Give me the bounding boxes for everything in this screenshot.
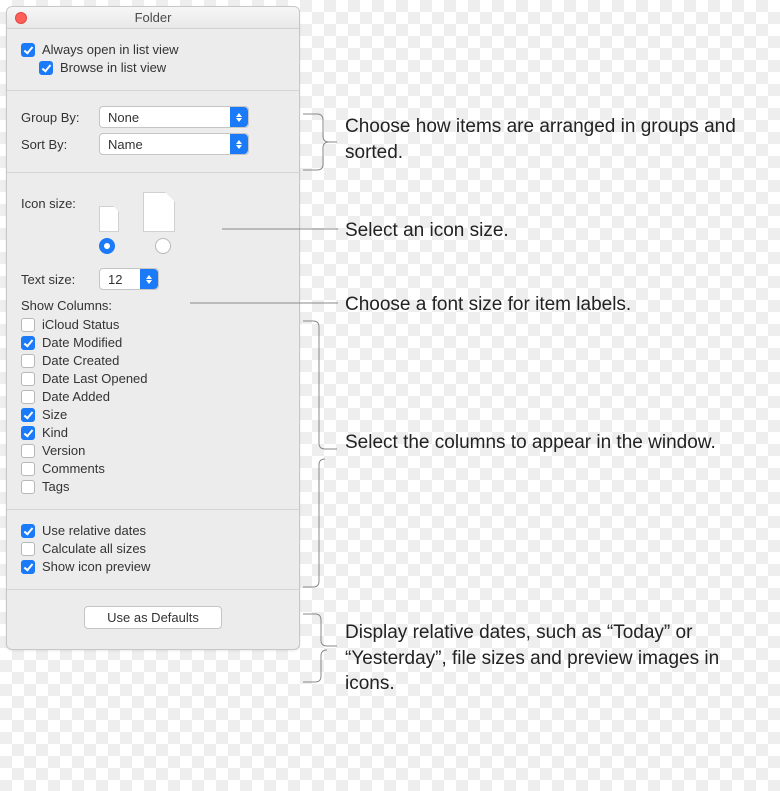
icon-size-label: Icon size: xyxy=(21,196,99,211)
sort-by-value: Name xyxy=(108,137,143,152)
annotation-arrange: Choose how items are arranged in groups … xyxy=(345,114,765,165)
column-option: Date Last Opened xyxy=(21,371,285,386)
document-icon xyxy=(99,206,119,232)
column-label: Date Created xyxy=(42,353,119,368)
annotation-textsize: Choose a font size for item labels. xyxy=(345,292,765,318)
column-label: Date Added xyxy=(42,389,110,404)
chevron-updown-icon xyxy=(230,134,248,154)
sort-by-label: Sort By: xyxy=(21,137,99,152)
column-option: Version xyxy=(21,443,285,458)
column-option: Kind xyxy=(21,425,285,440)
column-label: Kind xyxy=(42,425,68,440)
column-label: Version xyxy=(42,443,85,458)
use-as-defaults-button[interactable]: Use as Defaults xyxy=(84,606,222,629)
text-size-select[interactable]: 12 xyxy=(99,268,159,290)
text-size-label: Text size: xyxy=(21,272,99,287)
column-option: Tags xyxy=(21,479,285,494)
annotation-iconsize: Select an icon size. xyxy=(345,218,765,244)
section-footer: Use relative dates Calculate all sizes S… xyxy=(7,510,299,590)
icon-size-small-radio[interactable] xyxy=(99,238,115,254)
section-display: Icon size: Text size: 12 Show Columns: i… xyxy=(7,173,299,510)
column-checkbox[interactable] xyxy=(21,372,35,386)
show-columns-heading: Show Columns: xyxy=(21,298,285,313)
window-title: Folder xyxy=(135,10,172,25)
column-option: Date Added xyxy=(21,389,285,404)
column-checkbox[interactable] xyxy=(21,444,35,458)
icon-preview-label: Show icon preview xyxy=(42,559,150,574)
section-open-options: Always open in list view Browse in list … xyxy=(7,29,299,91)
section-arrange: Group By: None Sort By: Name xyxy=(7,91,299,173)
browse-list-label: Browse in list view xyxy=(60,60,166,75)
text-size-value: 12 xyxy=(108,272,122,287)
column-option: Size xyxy=(21,407,285,422)
group-by-value: None xyxy=(108,110,139,125)
calculate-sizes-checkbox[interactable] xyxy=(21,542,35,556)
column-label: Date Modified xyxy=(42,335,122,350)
relative-dates-checkbox[interactable] xyxy=(21,524,35,538)
columns-list: iCloud Status Date Modified Date Created Da… xyxy=(21,317,285,494)
column-checkbox[interactable] xyxy=(21,408,35,422)
column-label: iCloud Status xyxy=(42,317,119,332)
chevron-updown-icon xyxy=(230,107,248,127)
document-icon xyxy=(143,192,175,232)
group-by-label: Group By: xyxy=(21,110,99,125)
annotation-footer: Display relative dates, such as “Today” … xyxy=(345,620,765,697)
always-open-label: Always open in list view xyxy=(42,42,179,57)
column-checkbox[interactable] xyxy=(21,390,35,404)
browse-list-checkbox[interactable] xyxy=(39,61,53,75)
close-icon[interactable] xyxy=(15,12,27,24)
section-defaults: Use as Defaults xyxy=(7,590,299,649)
column-label: Comments xyxy=(42,461,105,476)
column-option: iCloud Status xyxy=(21,317,285,332)
always-open-checkbox[interactable] xyxy=(21,43,35,57)
chevron-updown-icon xyxy=(140,269,158,289)
relative-dates-label: Use relative dates xyxy=(42,523,146,538)
column-label: Date Last Opened xyxy=(42,371,148,386)
group-by-select[interactable]: None xyxy=(99,106,249,128)
icon-size-large-radio[interactable] xyxy=(155,238,171,254)
column-checkbox[interactable] xyxy=(21,426,35,440)
column-label: Size xyxy=(42,407,67,422)
titlebar[interactable]: Folder xyxy=(7,7,299,29)
column-checkbox[interactable] xyxy=(21,462,35,476)
column-option: Date Created xyxy=(21,353,285,368)
column-checkbox[interactable] xyxy=(21,480,35,494)
sort-by-select[interactable]: Name xyxy=(99,133,249,155)
folder-view-options-window: Folder Always open in list view Browse i… xyxy=(6,6,300,650)
column-checkbox[interactable] xyxy=(21,336,35,350)
column-checkbox[interactable] xyxy=(21,318,35,332)
column-checkbox[interactable] xyxy=(21,354,35,368)
column-label: Tags xyxy=(42,479,69,494)
calculate-sizes-label: Calculate all sizes xyxy=(42,541,146,556)
icon-preview-checkbox[interactable] xyxy=(21,560,35,574)
column-option: Date Modified xyxy=(21,335,285,350)
column-option: Comments xyxy=(21,461,285,476)
annotation-columns: Select the columns to appear in the wind… xyxy=(345,430,765,456)
